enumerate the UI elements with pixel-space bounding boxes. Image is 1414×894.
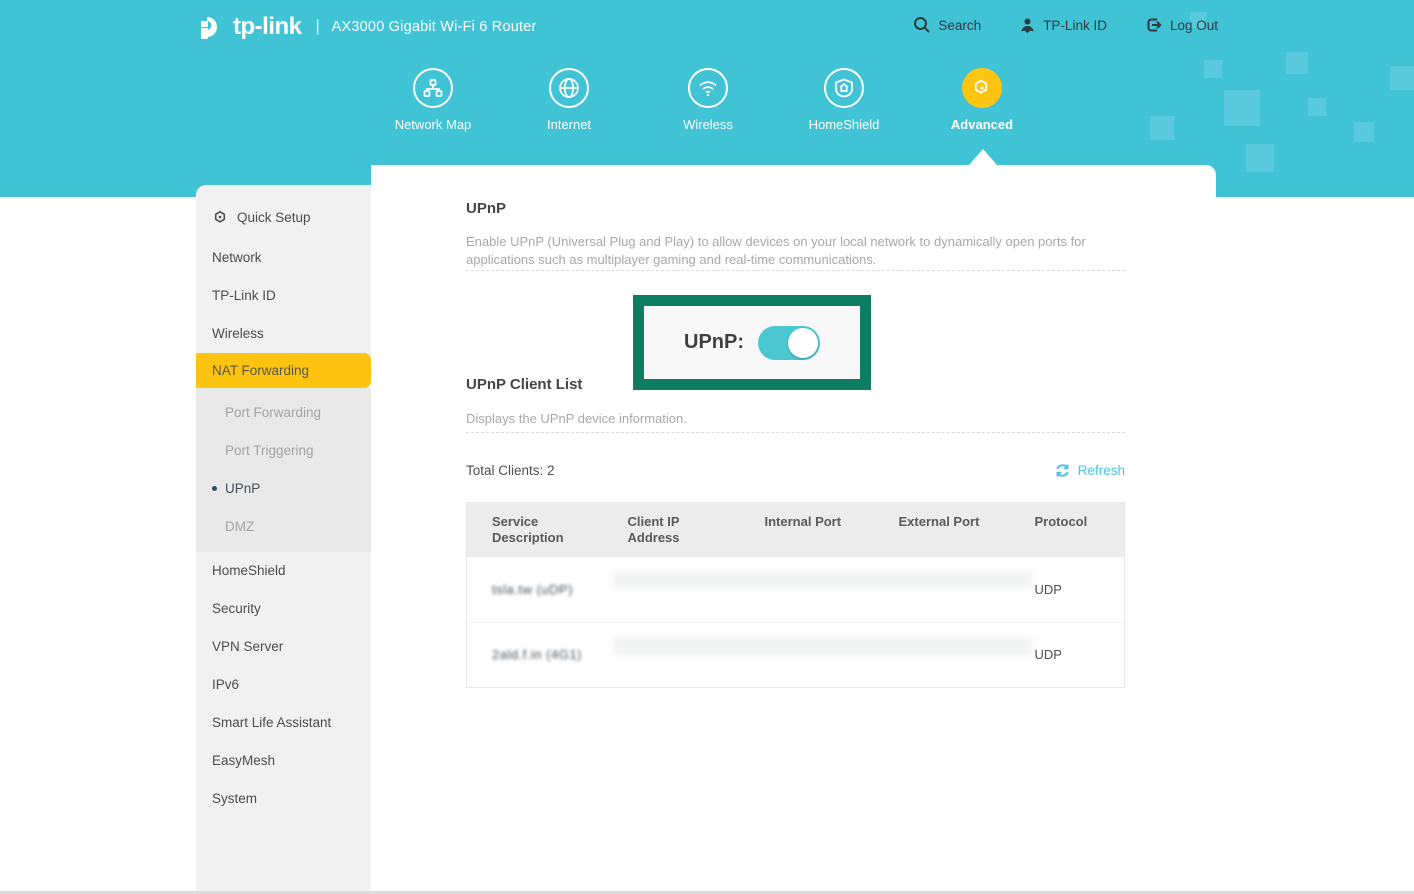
sidebar-item-homeshield[interactable]: HomeShield [196,552,371,590]
tp-link-logo-icon [193,9,229,45]
top-header: tp-link | AX3000 Gigabit Wi-Fi 6 Router … [0,0,1414,55]
protocol-value: UDP [1010,557,1125,622]
divider [466,270,1125,271]
content-panel: UPnP Enable UPnP (Universal Plug and Pla… [371,165,1216,894]
selected-bullet-icon [212,486,217,491]
nav-internet[interactable]: Internet [509,68,629,132]
search-icon [913,16,931,34]
col-external-port: External Port [874,503,1010,558]
sidebar-subitem-upnp[interactable]: UPnP [196,470,371,508]
col-client-ip: Client IP Address [603,503,740,558]
sidebar-item-vpn-server[interactable]: VPN Server [196,628,371,666]
nav-label: Network Map [373,117,493,132]
table-header-row: Service Description Client IP Address In… [467,503,1125,558]
sidebar-item-easymesh[interactable]: EasyMesh [196,742,371,780]
upnp-page: UPnP Enable UPnP (Universal Plug and Pla… [466,165,1125,894]
sidebar-item-quick-setup[interactable]: Quick Setup [196,195,371,239]
nav-advanced[interactable]: Advanced [922,68,1042,132]
deco-square [1224,90,1260,126]
sidebar-item-label: Quick Setup [237,210,311,225]
sidebar-item-smart-life-assistant[interactable]: Smart Life Assistant [196,704,371,742]
upnp-toggle-label: UPnP: [684,331,744,354]
page-title: UPnP [466,200,506,217]
client-list-title: UPnP Client List [466,376,582,393]
refresh-button[interactable]: Refresh [1054,462,1125,479]
nav-wireless[interactable]: Wireless [648,68,768,132]
search-button[interactable]: Search [913,16,981,34]
globe-icon [549,68,589,108]
deco-square [1308,98,1326,116]
deco-square [1150,116,1174,140]
nav-homeshield[interactable]: HomeShield [784,68,904,132]
service-description-redacted: 2ald.f.in (4G1) [492,647,582,662]
divider [466,432,1125,433]
refresh-label: Refresh [1078,463,1125,478]
table-row: 2ald.f.in (4G1) UDP [467,622,1125,687]
upnp-toggle-switch[interactable] [758,326,820,360]
network-map-icon [413,68,453,108]
sidebar-subitem-port-forwarding[interactable]: Port Forwarding [196,394,371,432]
col-protocol: Protocol [1010,503,1125,558]
redacted-strip [613,571,1033,589]
sidebar-item-tplink-id[interactable]: TP-Link ID [196,277,371,315]
col-service-description: Service Description [467,503,603,558]
brand-name: tp-link [233,13,302,41]
deco-square [1246,144,1274,172]
logout-button[interactable]: Log Out [1145,16,1218,34]
table-row: tsla.tw (uDP) UDP [467,557,1125,622]
client-list-description: Displays the UPnP device information. [466,410,1121,428]
nat-forwarding-submenu: Port Forwarding Port Triggering UPnP DMZ [196,388,371,552]
sidebar-item-wireless[interactable]: Wireless [196,315,371,353]
col-internal-port: Internal Port [740,503,874,558]
sidebar-subitem-dmz[interactable]: DMZ [196,508,371,546]
service-description-redacted: tsla.tw (uDP) [492,582,573,597]
brand-logo[interactable]: tp-link | AX3000 Gigabit Wi-Fi 6 Router [193,9,537,45]
nav-label: Advanced [922,117,1042,132]
protocol-value: UDP [1010,622,1125,687]
tplink-id-button[interactable]: TP-Link ID [1019,17,1107,34]
deco-square [1354,122,1374,142]
tplink-id-label: TP-Link ID [1043,18,1107,33]
redacted-strip [613,637,1033,655]
sidebar-item-nat-forwarding[interactable]: NAT Forwarding [196,353,371,388]
logout-icon [1145,16,1163,34]
table-toolbar: Total Clients: 2 Refresh [466,462,1125,479]
product-name: AX3000 Gigabit Wi-Fi 6 Router [332,19,537,35]
quick-setup-gear-icon [212,209,228,225]
sidebar-item-system[interactable]: System [196,780,371,818]
nav-label: Internet [509,117,629,132]
nav-label: HomeShield [784,117,904,132]
upnp-client-table: Service Description Client IP Address In… [466,502,1125,688]
total-clients-label: Total Clients: 2 [466,463,555,478]
logout-label: Log Out [1170,18,1218,33]
upnp-description: Enable UPnP (Universal Plug and Play) to… [466,233,1121,269]
home-shield-icon [824,68,864,108]
header-actions: Search TP-Link ID Log Out [913,16,1218,34]
wifi-icon [688,68,728,108]
search-label: Search [938,18,981,33]
sidebar-subitem-label: UPnP [225,481,260,496]
refresh-icon [1054,462,1071,479]
sidebar-subitem-port-triggering[interactable]: Port Triggering [196,432,371,470]
active-tab-pointer [969,149,997,165]
upnp-toggle-highlight-box: UPnP: [633,295,871,390]
sidebar-item-security[interactable]: Security [196,590,371,628]
sidebar: Quick Setup Network TP-Link ID Wireless … [196,185,371,894]
sidebar-item-network[interactable]: Network [196,239,371,277]
person-icon [1019,17,1036,34]
toggle-knob [788,328,818,358]
deco-square [1390,66,1414,90]
deco-square [1286,52,1308,74]
brand-separator: | [316,18,320,36]
nav-network-map[interactable]: Network Map [373,68,493,132]
gear-icon [962,68,1002,108]
sidebar-item-ipv6[interactable]: IPv6 [196,666,371,704]
nav-label: Wireless [648,117,768,132]
deco-square [1204,60,1222,78]
